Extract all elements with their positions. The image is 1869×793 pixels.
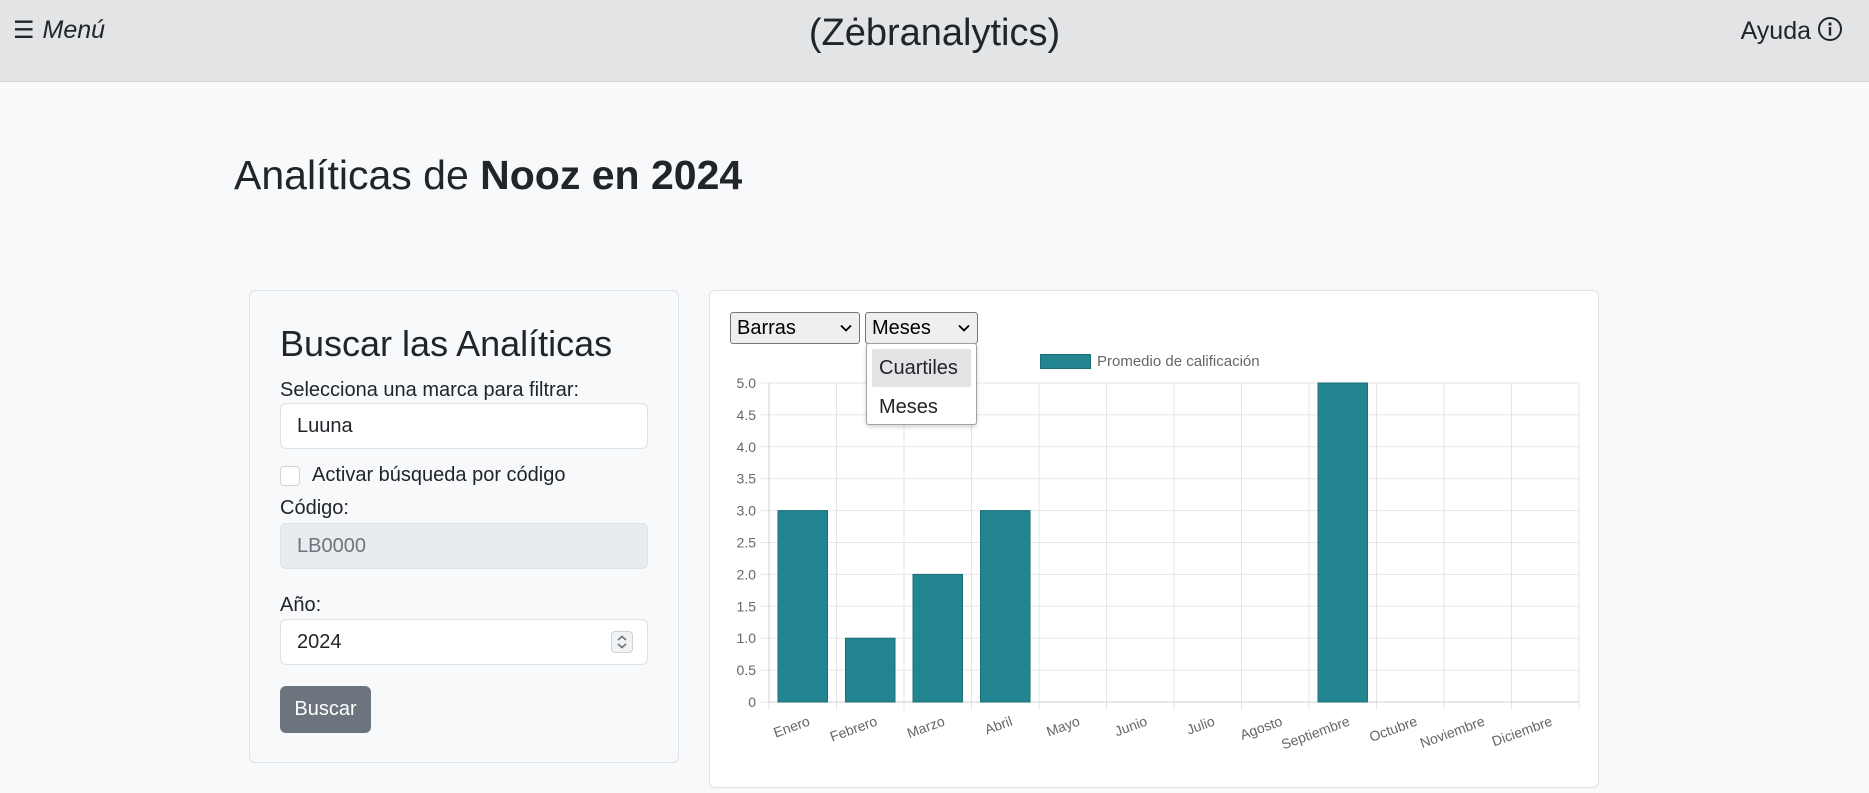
y-tick-label: 3.0 xyxy=(737,503,757,519)
year-input[interactable]: 2024 xyxy=(280,619,648,665)
chart-type-select[interactable]: Barras xyxy=(730,312,860,344)
x-tick-label: Junio xyxy=(1112,713,1149,740)
legend-swatch xyxy=(1040,354,1091,369)
code-search-checkbox[interactable] xyxy=(280,465,300,486)
y-tick-label: 4.5 xyxy=(737,407,757,423)
code-value: LB0000 xyxy=(297,534,366,557)
period-dropdown-menu: Cuartiles Meses xyxy=(866,343,977,425)
code-label: Código: xyxy=(280,497,349,519)
brand-filter-label: Selecciona una marca para filtrar: xyxy=(280,379,580,401)
menu-button[interactable]: ☰ Menú xyxy=(13,16,105,45)
chart-type-value: Barras xyxy=(737,316,796,339)
y-tick-label: 3.5 xyxy=(737,471,757,487)
menu-label: Menú xyxy=(42,16,106,44)
help-label: Ayuda xyxy=(1740,17,1811,45)
page-title-subject: Nooz en 2024 xyxy=(480,152,743,198)
y-tick-label: 0 xyxy=(748,694,756,710)
y-tick-label: 1.0 xyxy=(737,630,757,646)
brand-title: (Zėbranalytics) xyxy=(808,12,1061,54)
chevron-down-icon xyxy=(958,324,970,332)
x-tick-label: Septiembre xyxy=(1279,713,1352,753)
bar-enero xyxy=(777,510,828,703)
y-tick-label: 1.5 xyxy=(737,598,757,614)
bar-septiembre xyxy=(1317,382,1368,703)
search-card: Buscar las Analíticas Selecciona una mar… xyxy=(249,290,679,763)
bar-marzo xyxy=(912,573,963,703)
x-tick-label: Marzo xyxy=(905,713,947,741)
chevron-down-icon xyxy=(840,324,852,332)
bar-abril xyxy=(980,510,1031,703)
code-input: LB0000 xyxy=(280,523,648,569)
stepper-arrows-icon xyxy=(617,635,627,649)
period-select[interactable]: Meses xyxy=(865,312,978,344)
chart-card: 0 0.5 1.0 1.5 2.0 2.5 3.0 3.5 4.0 4.5 5.0 Enero Febr… xyxy=(709,290,1599,788)
y-tick-label: 5.0 xyxy=(737,375,757,391)
bar-febrero xyxy=(845,637,896,703)
x-tick-label: Agosto xyxy=(1238,713,1285,743)
page-title-prefix: Analíticas de xyxy=(234,152,469,198)
page-title: Analíticas de Nooz en 2024 xyxy=(234,152,742,199)
x-tick-label: Julio xyxy=(1184,713,1217,738)
legend-label: Promedio de calificación xyxy=(1097,353,1260,370)
y-tick-label: 2.0 xyxy=(737,566,757,582)
x-tick-label: Mayo xyxy=(1044,713,1082,740)
x-tick-label: Noviembre xyxy=(1418,713,1487,751)
code-search-toggle[interactable]: Activar búsqueda por código xyxy=(280,464,566,487)
y-tick-label: 4.0 xyxy=(737,439,757,455)
y-tick-label: 0.5 xyxy=(737,662,757,678)
code-search-toggle-label: Activar búsqueda por código xyxy=(312,464,566,486)
brand-filter-value: Luuna xyxy=(297,414,353,437)
period-option-meses[interactable]: Meses xyxy=(872,388,971,426)
help-button[interactable]: Ayuda xyxy=(1741,16,1843,47)
top-navbar: ☰ Menú (Zėbranalytics) Ayuda xyxy=(0,0,1869,82)
search-heading: Buscar las Analíticas xyxy=(280,323,613,364)
info-icon xyxy=(1817,16,1843,47)
x-tick-label: Diciembre xyxy=(1490,713,1555,750)
chart-legend[interactable]: Promedio de calificación xyxy=(1040,353,1260,370)
hamburger-icon: ☰ xyxy=(13,16,35,44)
period-value: Meses xyxy=(872,316,931,339)
year-label: Año: xyxy=(280,594,322,616)
brand-filter-input[interactable]: Luuna xyxy=(280,403,648,449)
x-tick-label: Febrero xyxy=(828,713,880,745)
x-tick-label: Octubre xyxy=(1367,713,1419,745)
period-option-cuartiles[interactable]: Cuartiles xyxy=(872,349,971,387)
search-button[interactable]: Buscar xyxy=(280,686,371,733)
x-tick-label: Enero xyxy=(771,713,812,741)
y-tick-label: 2.5 xyxy=(737,535,757,551)
year-stepper[interactable] xyxy=(611,631,633,653)
x-tick-label: Abril xyxy=(982,713,1014,738)
year-value: 2024 xyxy=(297,630,342,653)
